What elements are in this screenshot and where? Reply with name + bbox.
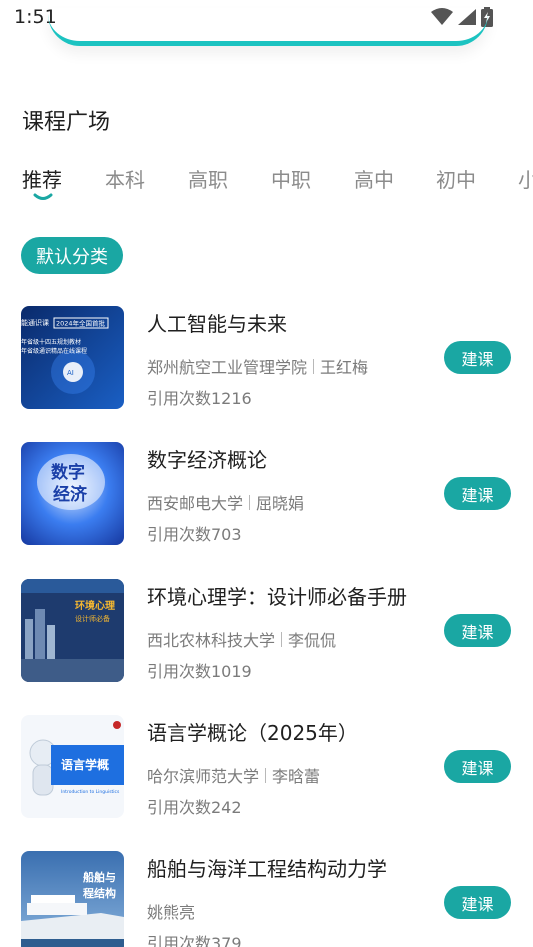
tab-high-school[interactable]: 高中 [354, 164, 394, 193]
list-item[interactable]: 船舶与 程结构 船舶与海洋工程结构动力学 姚熊亮 引用次数379 建课 [0, 851, 533, 947]
course-cite-count: 引用次数703 [147, 525, 242, 544]
course-teacher: 王红梅 [320, 358, 369, 377]
thumb-text: 能通识课 [21, 318, 49, 327]
course-thumbnail: 数字 经济 [21, 442, 124, 545]
thumb-text: 环境心理 [75, 599, 115, 612]
course-meta: 西北农林科技大学 李侃侃 [147, 627, 336, 651]
course-teacher: 屈晓娟 [256, 494, 305, 513]
category-chip[interactable]: 默认分类 [21, 237, 123, 274]
divider [313, 358, 315, 374]
course-thumbnail: 环境心理 设计师必备 [21, 579, 124, 682]
build-course-button[interactable]: 建课 [444, 886, 511, 919]
course-cite-count: 引用次数242 [147, 798, 242, 817]
thumb-text: 年省级通识精品在线课程 [21, 347, 87, 355]
course-school: 西北农林科技大学 [147, 631, 276, 650]
course-title: 船舶与海洋工程结构动力学 [147, 857, 387, 881]
course-thumbnail: 语言学概 Introduction to Linguistics [21, 715, 124, 818]
divider [265, 767, 267, 783]
thumb-text: 2024年全国首批 [56, 319, 106, 328]
list-item[interactable]: 环境心理 设计师必备 环境心理学：设计师必备手册 西北农林科技大学 李侃侃 引用… [0, 579, 533, 699]
tab-undergraduate[interactable]: 本科 [105, 164, 145, 193]
course-title: 数字经济概论 [147, 448, 267, 472]
tab-secondary-vocational[interactable]: 中职 [271, 164, 311, 193]
tab-primary[interactable]: 小 [518, 164, 533, 193]
course-teacher: 李侃侃 [288, 631, 337, 650]
course-title: 环境心理学：设计师必备手册 [147, 585, 407, 609]
divider [249, 494, 251, 510]
thumb-text: 语言学概 [61, 757, 109, 772]
tab-recommended[interactable]: 推荐 [22, 164, 62, 193]
list-item[interactable]: 能通识课 2024年全国首批 年省级十四五规划教材 年省级通识精品在线课程 AI… [0, 306, 533, 426]
list-item[interactable]: 数字 经济 数字经济概论 西安邮电大学 屈晓娟 引用次数703 建课 [0, 442, 533, 562]
course-thumbnail: 能通识课 2024年全国首批 年省级十四五规划教材 年省级通识精品在线课程 AI [21, 306, 124, 409]
tab-higher-vocational[interactable]: 高职 [188, 164, 228, 193]
build-course-button[interactable]: 建课 [444, 614, 511, 647]
course-cite-count: 引用次数1019 [147, 662, 252, 681]
divider [281, 631, 283, 647]
tab-junior-high[interactable]: 初中 [436, 164, 476, 193]
list-item[interactable]: 语言学概 Introduction to Linguistics 语言学概论（2… [0, 715, 533, 835]
course-school: 郑州航空工业管理学院 [147, 358, 308, 377]
course-teacher: 李晗蕾 [272, 767, 321, 786]
course-cite-count: 引用次数379 [147, 934, 242, 947]
thumb-text: 船舶与 [83, 870, 116, 884]
course-meta: 哈尔滨师范大学 李晗蕾 [147, 763, 320, 787]
thumb-text: 设计师必备 [75, 614, 110, 623]
thumb-text: Introduction to Linguistics [61, 789, 120, 795]
course-title: 人工智能与未来 [147, 312, 287, 336]
build-course-button[interactable]: 建课 [444, 341, 511, 374]
thumb-text: AI [67, 369, 74, 377]
thumb-text: 经济 [53, 484, 88, 505]
thumb-text: 年省级十四五规划教材 [21, 338, 81, 346]
build-course-button[interactable]: 建课 [444, 477, 511, 510]
course-meta: 郑州航空工业管理学院 王红梅 [147, 354, 368, 378]
course-school: 哈尔滨师范大学 [147, 767, 260, 786]
top-card [48, 8, 488, 46]
build-course-button[interactable]: 建课 [444, 750, 511, 783]
category-tabs: 推荐 本科 高职 中职 高中 初中 小 [0, 164, 533, 204]
thumb-text: 程结构 [83, 886, 116, 900]
course-thumbnail: 船舶与 程结构 [21, 851, 124, 947]
course-cite-count: 引用次数1216 [147, 389, 252, 408]
course-meta: 姚熊亮 [147, 899, 195, 923]
course-title: 语言学概论（2025年） [147, 721, 358, 745]
page-title: 课程广场 [22, 110, 111, 135]
thumb-text: 数字 [51, 462, 85, 483]
course-school: 西安邮电大学 [147, 494, 244, 513]
course-school: 姚熊亮 [147, 903, 196, 922]
active-tab-indicator [33, 193, 53, 200]
course-meta: 西安邮电大学 屈晓娟 [147, 490, 304, 514]
